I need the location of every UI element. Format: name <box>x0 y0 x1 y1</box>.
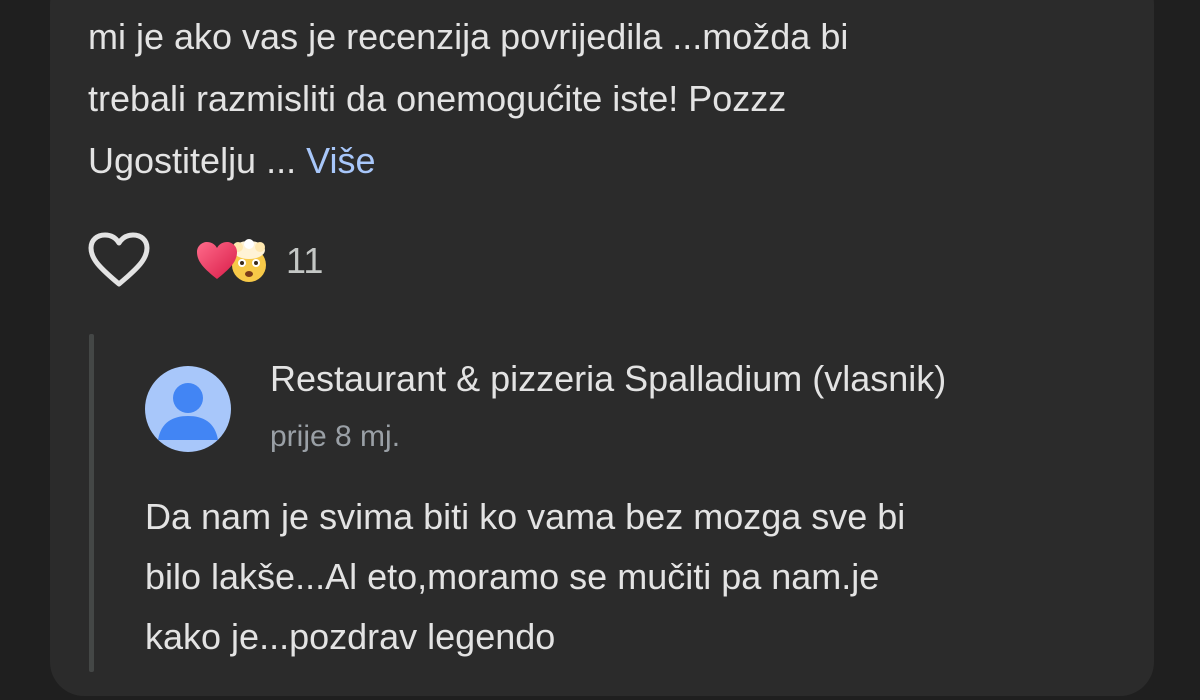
person-icon <box>158 383 218 440</box>
reaction-count: 11 <box>286 240 324 281</box>
owner-reply-line: bilo lakše...Al eto,moramo se mučiti pa … <box>145 556 880 597</box>
owner-reply-line: Da nam je svima biti ko vama bez mozga s… <box>145 496 906 537</box>
heart-emoji-icon <box>194 238 240 284</box>
owner-reply-text: Da nam je svima biti ko vama bez mozga s… <box>145 487 1125 667</box>
owner-reply-line: kako je...pozdrav legendo <box>145 616 556 657</box>
review-actions: 11 <box>88 230 488 290</box>
reply-indent-bar <box>89 334 94 672</box>
owner-avatar[interactable] <box>145 366 231 452</box>
review-text: mi je ako vas je recenzija povrijedila .… <box>88 6 1088 192</box>
reactions-summary[interactable]: 11 <box>194 236 323 286</box>
review-text-line: mi je ako vas je recenzija povrijedila .… <box>88 16 849 57</box>
review-text-line: Ugostitelju ... Više <box>88 130 1088 192</box>
review-text-line: trebali razmisliti da onemogućite iste! … <box>88 78 787 119</box>
review-text-line-end: Ugostitelju ... <box>88 140 297 181</box>
owner-reply-date: prije 8 mj. <box>270 420 401 453</box>
owner-name[interactable]: Restaurant & pizzeria Spalladium (vlasni… <box>270 358 946 400</box>
heart-outline-icon <box>88 232 150 287</box>
more-link[interactable]: Više <box>306 140 375 181</box>
like-button[interactable] <box>88 230 150 290</box>
